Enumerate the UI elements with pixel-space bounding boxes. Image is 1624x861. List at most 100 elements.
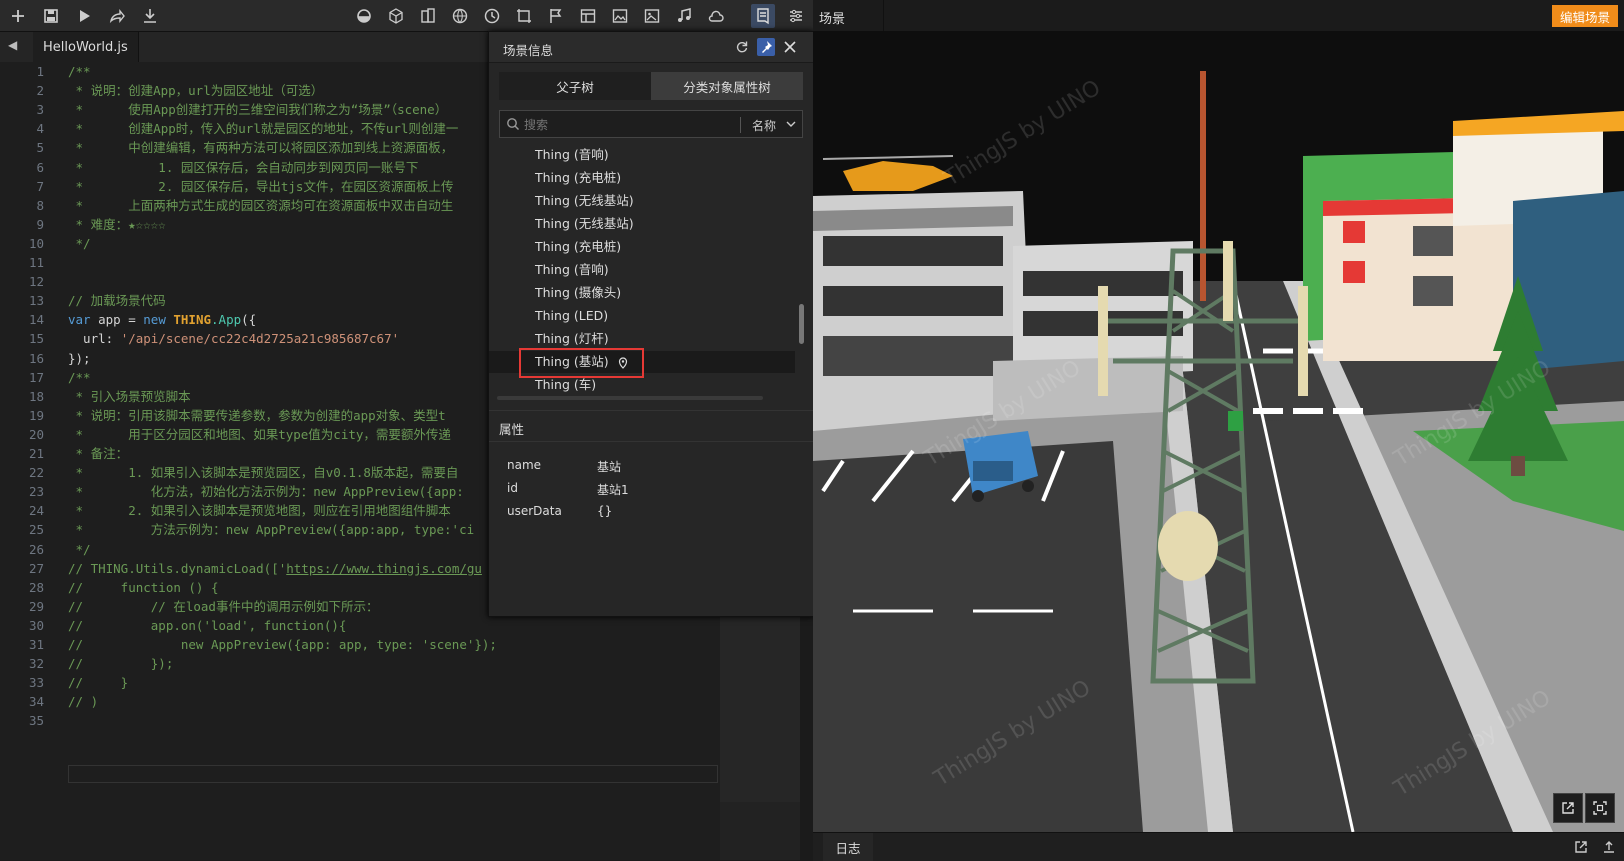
code-token: ({ bbox=[241, 312, 257, 327]
tree-scrollbar[interactable] bbox=[799, 304, 804, 344]
tree-item[interactable]: Thing (无线基站) bbox=[535, 190, 634, 212]
code-line[interactable]: * 上面两种方式生成的园区资源均可在资源面板中双击自动生 bbox=[68, 196, 454, 215]
code-line[interactable]: * 说明：引用该脚本需要传递参数，参数为创建的app对象、类型t bbox=[68, 406, 446, 425]
scene-info-title: 场景信息 bbox=[503, 43, 554, 58]
share-icon[interactable] bbox=[105, 4, 129, 28]
code-line[interactable]: // function () { bbox=[68, 578, 219, 597]
tree-item[interactable]: Thing (无线基站) bbox=[535, 213, 634, 235]
image-icon[interactable] bbox=[608, 4, 632, 28]
code-line[interactable]: * 化方法，初始化方法示例为：new AppPreview({app: bbox=[68, 482, 464, 501]
code-line[interactable]: */ bbox=[68, 234, 91, 253]
effect-icon[interactable] bbox=[512, 4, 536, 28]
search-field-select[interactable]: 名称 bbox=[752, 117, 776, 134]
tab-parent-child-tree[interactable]: 父子树 bbox=[499, 72, 651, 100]
search-icon bbox=[507, 118, 519, 130]
building-icon[interactable] bbox=[416, 4, 440, 28]
play-icon[interactable] bbox=[72, 4, 96, 28]
code-line[interactable]: * 方法示例为：new AppPreview({app:app, type:'c… bbox=[68, 520, 475, 539]
pin-icon[interactable] bbox=[757, 38, 775, 56]
panel-icon[interactable] bbox=[576, 4, 600, 28]
code-line[interactable]: * 使用App创建打开的三维空间我们称之为“场景”（scene） bbox=[68, 100, 448, 119]
tree-item[interactable]: Thing (摄像头) bbox=[535, 282, 621, 304]
flag-icon[interactable] bbox=[544, 4, 568, 28]
code-line[interactable]: * 1. 园区保存后，会自动同步到网页同一账号下 bbox=[68, 158, 419, 177]
code-line[interactable]: * 2. 如果引入该脚本是预览地图，则应在引用地图组件脚本 bbox=[68, 501, 451, 520]
code-line[interactable]: // } bbox=[68, 673, 128, 692]
tree-item[interactable]: Thing (音响) bbox=[535, 259, 609, 281]
tree-mode-switch: 父子树 分类对象属性树 bbox=[499, 72, 803, 100]
tree-item[interactable]: Thing (灯杆) bbox=[535, 328, 609, 350]
tab-category-tree[interactable]: 分类对象属性树 bbox=[651, 72, 803, 100]
code-line[interactable]: // 加载场景代码 bbox=[68, 291, 166, 310]
code-link[interactable]: https://www.thingjs.com/gu bbox=[286, 561, 482, 576]
chevron-down-icon[interactable] bbox=[786, 119, 796, 129]
code-line[interactable]: * 说明：创建App，url为园区地址（可选） bbox=[68, 81, 324, 100]
tree-item[interactable]: Thing (音响) bbox=[535, 144, 609, 166]
expand-up-icon[interactable] bbox=[1601, 839, 1617, 855]
line-number: 27 bbox=[28, 561, 44, 576]
code-token: new bbox=[143, 312, 166, 327]
globe-icon[interactable] bbox=[448, 4, 472, 28]
code-line[interactable]: */ bbox=[68, 540, 91, 559]
line-number: 6 bbox=[36, 160, 44, 175]
settings-icon[interactable] bbox=[784, 4, 808, 28]
cube-icon[interactable] bbox=[384, 4, 408, 28]
code-line[interactable]: // app.on('load', function(){ bbox=[68, 616, 346, 635]
edit-scene-button[interactable]: 编辑场景 bbox=[1551, 5, 1618, 27]
line-number: 13 bbox=[28, 293, 44, 308]
tree-search-box: 名称 bbox=[499, 110, 803, 138]
code-token: .App bbox=[211, 312, 242, 327]
code-line[interactable]: * 备注： bbox=[68, 444, 129, 463]
picture-icon[interactable] bbox=[640, 4, 664, 28]
code-line[interactable]: // new AppPreview({app: app, type: 'scen… bbox=[68, 635, 497, 654]
line-number: 22 bbox=[28, 465, 44, 480]
code-line[interactable]: * 创建App时，传入的url就是园区的地址，不传url则创建一 bbox=[68, 119, 459, 138]
line-number: 8 bbox=[36, 198, 44, 213]
cloud-icon[interactable] bbox=[704, 4, 728, 28]
property-value: {} bbox=[597, 504, 613, 518]
property-key: userData bbox=[507, 504, 562, 518]
code-line[interactable]: /** bbox=[68, 62, 91, 81]
external-link-icon[interactable] bbox=[1553, 793, 1583, 823]
code-line[interactable]: // ) bbox=[68, 692, 98, 711]
refresh-icon[interactable] bbox=[733, 38, 751, 56]
code-line[interactable]: * 中创建编辑，有两种方法可以将园区添加到线上资源面板， bbox=[68, 138, 454, 157]
code-line[interactable]: * 难度：★☆☆☆☆ bbox=[68, 215, 166, 234]
line-number: 1 bbox=[36, 64, 44, 79]
code-line[interactable]: * 1. 如果引入该脚本是预览园区，自v0.1.8版本起，需要自 bbox=[68, 463, 459, 482]
code-line[interactable]: // }); bbox=[68, 654, 173, 673]
tree-item[interactable]: Thing (充电桩) bbox=[535, 167, 621, 189]
fullscreen-icon[interactable] bbox=[1585, 793, 1615, 823]
code-line[interactable]: * 引入场景预览脚本 bbox=[68, 387, 191, 406]
tree-horizontal-scrollbar[interactable] bbox=[497, 396, 763, 400]
code-line[interactable]: var app = new THING.App({ bbox=[68, 310, 256, 329]
code-line[interactable]: * 用于区分园区和地图、如果type值为city，需要额外传递 bbox=[68, 425, 451, 444]
code-line[interactable]: url: '/api/scene/cc22c4d2725a21c985687c6… bbox=[68, 329, 399, 348]
line-number: 33 bbox=[28, 675, 44, 690]
scene-info-icon[interactable] bbox=[751, 4, 775, 28]
close-icon[interactable] bbox=[781, 38, 799, 56]
search-input[interactable] bbox=[522, 115, 726, 135]
code-line[interactable]: }); bbox=[68, 349, 91, 368]
line-number: 30 bbox=[28, 618, 44, 633]
caret-left-icon[interactable]: ◀ bbox=[8, 38, 17, 52]
line-number: 10 bbox=[28, 236, 44, 251]
camera-icon[interactable] bbox=[352, 4, 376, 28]
clock-icon[interactable] bbox=[480, 4, 504, 28]
code-line[interactable]: // // 在load事件中的调用示例如下所示： bbox=[68, 597, 378, 616]
plus-icon[interactable] bbox=[6, 4, 30, 28]
code-line[interactable]: /** bbox=[68, 368, 91, 387]
download-icon[interactable] bbox=[138, 4, 162, 28]
tab-log[interactable]: 日志 bbox=[823, 833, 873, 861]
music-icon[interactable] bbox=[672, 4, 696, 28]
tree-item[interactable]: Thing (LED) bbox=[535, 305, 608, 327]
code-line[interactable]: * 2. 园区保存后，导出tjs文件，在园区资源面板上传 bbox=[68, 177, 454, 196]
save-icon[interactable] bbox=[39, 4, 63, 28]
external-link-icon[interactable] bbox=[1573, 839, 1589, 855]
scene-viewport[interactable]: ThingJS by UINO ThingJS by UINO ThingJS … bbox=[813, 31, 1624, 832]
tree-item[interactable]: Thing (充电桩) bbox=[535, 236, 621, 258]
code-token: url: bbox=[68, 331, 121, 346]
code-line[interactable]: // THING.Utils.dynamicLoad(['https://www… bbox=[68, 559, 482, 578]
tab-helloworld[interactable]: HelloWorld.js bbox=[33, 32, 139, 62]
code-token: '/api/scene/cc22c4d2725a21c985687c67' bbox=[120, 331, 400, 346]
